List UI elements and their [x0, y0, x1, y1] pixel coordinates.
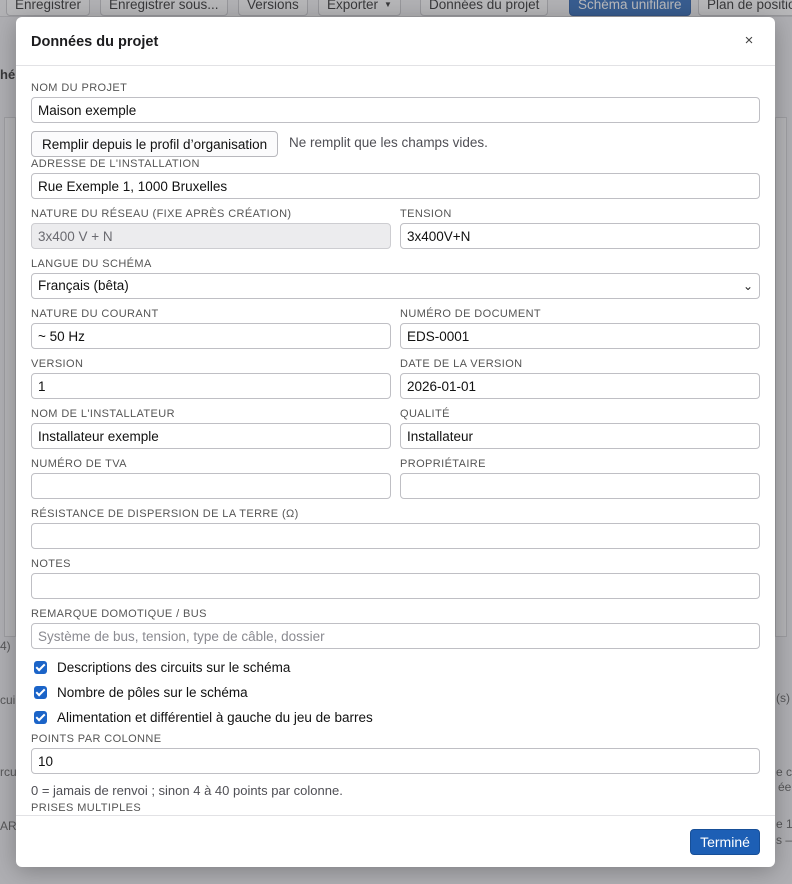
dialog-title: Données du projet	[31, 34, 159, 50]
checkbox-label: Nombre de pôles sur le schéma	[57, 684, 248, 700]
installer-name-input[interactable]	[31, 423, 391, 449]
network-type-input	[31, 223, 391, 249]
current-type-label: NATURE DU COURANT	[31, 308, 159, 320]
bus-remark-label: REMARQUE DOMOTIQUE / BUS	[31, 608, 207, 620]
checkbox-checked-icon[interactable]	[34, 660, 47, 674]
version-date-input[interactable]	[400, 373, 760, 399]
earth-resistance-input[interactable]	[31, 523, 760, 549]
earth-resistance-label: RÉSISTANCE DE DISPERSION DE LA TERRE (Ω)	[31, 508, 299, 520]
installer-name-label: NOM DE L'INSTALLATEUR	[31, 408, 175, 420]
points-per-column-label: POINTS PAR COLONNE	[31, 733, 162, 745]
voltage-label: TENSION	[400, 208, 452, 220]
notes-label: NOTES	[31, 558, 71, 570]
vat-number-input[interactable]	[31, 473, 391, 499]
supply-left-checkbox[interactable]: Alimentation et différentiel à gauche du…	[34, 708, 373, 726]
checkbox-checked-icon[interactable]	[34, 685, 47, 699]
checkbox-checked-icon[interactable]	[34, 710, 47, 724]
current-type-input[interactable]	[31, 323, 391, 349]
project-name-label: NOM DU PROJET	[31, 82, 128, 94]
version-input[interactable]	[31, 373, 391, 399]
close-icon[interactable]: ×	[741, 33, 757, 49]
notes-input[interactable]	[31, 573, 760, 599]
version-label: VERSION	[31, 358, 84, 370]
dialog-body[interactable]: NOM DU PROJET Remplir depuis le profil d…	[16, 67, 775, 815]
done-button[interactable]: Terminé	[690, 829, 760, 855]
install-address-input[interactable]	[31, 173, 760, 199]
checkbox-label: Descriptions des circuits sur le schéma	[57, 659, 291, 675]
vat-number-label: NUMÉRO DE TVA	[31, 458, 127, 470]
network-type-label: NATURE DU RÉSEAU (FIXE APRÈS CRÉATION)	[31, 208, 292, 220]
quality-input[interactable]	[400, 423, 760, 449]
quality-label: QUALITÉ	[400, 408, 450, 420]
dialog-footer: Terminé	[16, 815, 775, 867]
install-address-label: ADRESSE DE L'INSTALLATION	[31, 158, 200, 170]
document-number-label: NUMÉRO DE DOCUMENT	[400, 308, 542, 320]
schema-language-select[interactable]: Français (bêta) ⌄	[31, 273, 760, 299]
schema-language-value: Français (bêta)	[38, 278, 129, 293]
multi-sockets-label: PRISES MULTIPLES	[31, 802, 142, 814]
chevron-down-icon: ⌄	[742, 279, 753, 293]
owner-input[interactable]	[400, 473, 760, 499]
dialog-header: Données du projet ×	[16, 17, 775, 66]
checkbox-label: Alimentation et différentiel à gauche du…	[57, 709, 373, 725]
version-date-label: DATE DE LA VERSION	[400, 358, 523, 370]
schema-language-label: LANGUE DU SCHÉMA	[31, 258, 152, 270]
bus-remark-input[interactable]	[31, 623, 760, 649]
fill-hint: Ne remplit que les champs vides.	[289, 135, 488, 150]
points-per-column-input[interactable]	[31, 748, 760, 774]
project-name-input[interactable]	[31, 97, 760, 123]
fill-from-profile-button[interactable]: Remplir depuis le profil d’organisation	[31, 131, 279, 157]
document-number-input[interactable]	[400, 323, 760, 349]
owner-label: PROPRIÉTAIRE	[400, 458, 486, 470]
points-per-column-hint: 0 = jamais de renvoi ; sinon 4 à 40 poin…	[31, 783, 343, 798]
pole-count-checkbox[interactable]: Nombre de pôles sur le schéma	[34, 683, 248, 701]
circuit-descriptions-checkbox[interactable]: Descriptions des circuits sur le schéma	[34, 658, 290, 676]
project-data-dialog: Données du projet × NOM DU PROJET Rempli…	[16, 17, 775, 867]
voltage-input[interactable]	[400, 223, 760, 249]
